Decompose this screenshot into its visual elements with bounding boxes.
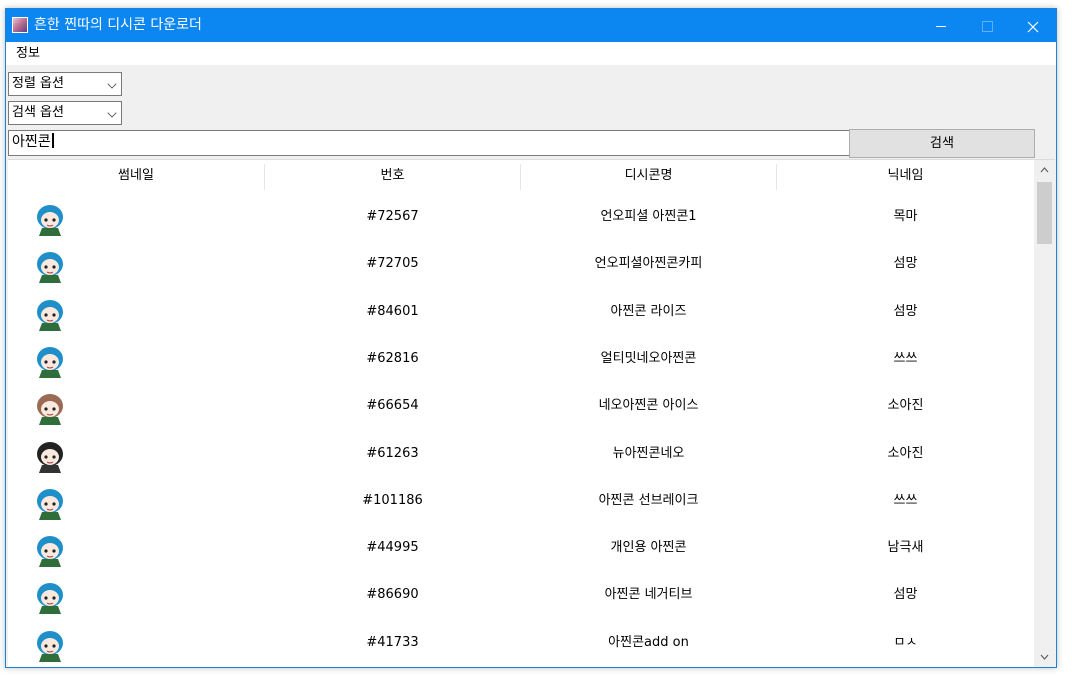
thumbnail-cell [8,240,264,287]
menu-info[interactable]: 정보 [16,45,40,62]
column-header-thumbnail[interactable]: 썸네일 [8,160,264,192]
emoticon-thumbnail [37,536,63,568]
column-header-name[interactable]: 디시콘명 [521,160,776,192]
emoticon-thumbnail [37,394,63,426]
table-row[interactable]: #66654 네오아찐콘 아이스 소아진 [8,382,1034,429]
nickname-cell: 섬망 [893,587,918,603]
sort-options-select[interactable]: 정렬 옵션 [8,72,122,96]
scroll-down-button[interactable] [1034,647,1055,667]
dccon-name-cell: 아찐콘 선브레이크 [598,492,699,508]
number-cell: #101186 [362,492,423,508]
emoticon-thumbnail [37,441,63,473]
vertical-scrollbar[interactable] [1034,160,1055,667]
number-cell: #61263 [366,445,419,461]
scrollbar-thumb[interactable] [1037,182,1052,244]
close-button[interactable] [1010,9,1056,42]
column-header-nickname[interactable]: 닉네임 [777,160,1034,192]
table-row[interactable]: #44995 개인용 아찐콘 남극새 [8,524,1034,571]
nickname-cell: 섬망 [893,303,918,319]
number-cell: #66654 [366,398,419,414]
number-cell: #41733 [366,634,419,650]
table-row[interactable]: #72705 언오피셜아찐콘카피 섬망 [8,240,1034,287]
text-caret [51,133,54,148]
nickname-cell: ㅁㅅ [893,634,918,650]
thumbnail-cell [8,619,264,666]
number-cell: #84601 [366,303,419,319]
maximize-icon [981,21,993,32]
thumbnail-cell [8,524,264,571]
dccon-name-cell: 아찐콘add on [608,634,689,650]
table-row[interactable]: #84601 아찐콘 라이즈 섬망 [8,288,1034,335]
number-cell: #44995 [366,540,419,556]
dccon-name-cell: 얼티밋네오아찐콘 [600,350,697,366]
window-title: 흔한 찐따의 디시콘 다운로더 [34,17,202,33]
search-options-select[interactable]: 검색 옵션 [8,101,122,125]
dccon-name-cell: 아찐콘 네거티브 [604,587,693,603]
emoticon-thumbnail [37,583,63,615]
table-row[interactable]: #41733 아찐콘add on ㅁㅅ [8,619,1034,666]
chevron-down-icon [107,108,117,118]
dccon-name-cell: 뉴아찐콘네오 [612,445,685,461]
search-input[interactable]: 아찐콘 [8,130,850,156]
dccon-name-cell: 언오피셜 아찐콘1 [600,209,697,224]
number-cell: #72567 [366,209,419,224]
close-icon [1027,21,1039,32]
table-row[interactable]: #86690 아찐콘 네거티브 섬망 [8,571,1034,618]
chevron-down-icon [107,79,117,89]
thumbnail-cell [8,335,264,382]
app-icon [12,17,28,33]
search-options-value: 검색 옵션 [12,105,64,120]
nickname-cell: 쓰쓰 [893,492,918,508]
thumbnail-cell [8,430,264,477]
emoticon-thumbnail [37,346,63,378]
maximize-button[interactable] [964,9,1010,42]
number-cell: #72705 [366,256,419,272]
table-row[interactable]: #101186 아찐콘 선브레이크 쓰쓰 [8,477,1034,524]
search-input-value: 아찐콘 [12,134,51,150]
nickname-cell: 쓰쓰 [893,350,918,366]
table-row[interactable]: #72567 언오피셜 아찐콘1 목마 [8,193,1034,240]
scroll-up-button[interactable] [1034,160,1055,181]
dccon-name-cell: 개인용 아찐콘 [610,540,687,556]
menu-bar: 정보 [6,42,1056,65]
emoticon-thumbnail [37,299,63,331]
chevron-down-icon [1040,654,1049,660]
number-cell: #62816 [366,350,419,366]
dccon-name-cell: 언오피셜아찐콘카피 [594,256,703,272]
table-row[interactable]: #61263 뉴아찐콘네오 소아진 [8,430,1034,477]
table-row[interactable]: #62816 얼티밋네오아찐콘 쓰쓰 [8,335,1034,382]
nickname-cell: 섬망 [893,256,918,272]
minimize-button[interactable] [918,9,964,42]
chevron-up-icon [1040,167,1049,173]
thumbnail-cell [8,477,264,524]
title-bar[interactable]: 흔한 찐따의 디시콘 다운로더 [6,9,1056,42]
nickname-cell: 남극새 [887,540,924,556]
column-header-number[interactable]: 번호 [265,160,520,192]
number-cell: #86690 [366,587,419,603]
sort-options-value: 정렬 옵션 [12,76,64,91]
dccon-name-cell: 네오아찐콘 아이스 [598,398,699,414]
search-button[interactable]: 검색 [849,129,1035,158]
results-list[interactable]: 썸네일 번호 디시콘명 닉네임 #72567 언오피셜 아찐콘1 목마 #72705 언… [8,159,1055,667]
app-window: 흔한 찐따의 디시콘 다운로더 정보 정렬 옵션 검색 옵션 아찐콘 검색 썸네… [5,8,1057,668]
nickname-cell: 소아진 [887,445,924,461]
minimize-icon [936,26,946,27]
table-header: 썸네일 번호 디시콘명 닉네임 [8,160,1034,192]
emoticon-thumbnail [37,252,63,284]
emoticon-thumbnail [37,205,63,236]
nickname-cell: 소아진 [887,398,924,414]
thumbnail-cell [8,571,264,618]
thumbnail-cell [8,288,264,335]
dccon-name-cell: 아찐콘 라이즈 [610,303,687,319]
nickname-cell: 목마 [893,209,918,224]
thumbnail-cell [8,382,264,429]
emoticon-thumbnail [37,630,63,662]
thumbnail-cell [8,193,264,240]
emoticon-thumbnail [37,488,63,520]
